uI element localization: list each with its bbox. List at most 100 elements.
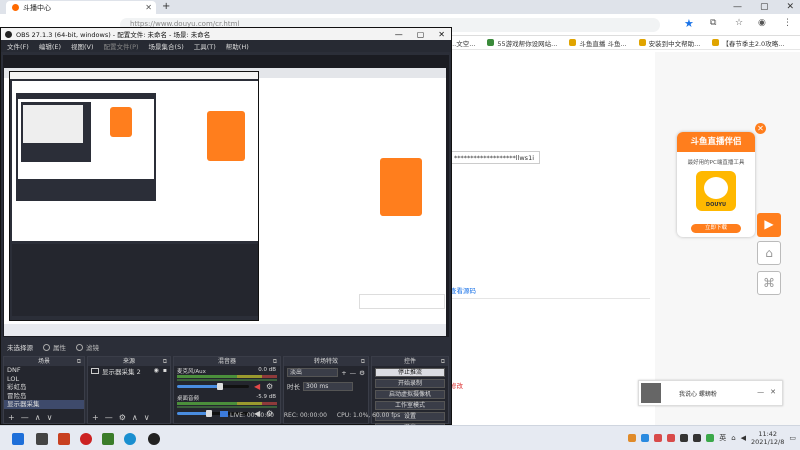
bookmark-item[interactable]: 【春节季主2.0攻略... (712, 38, 784, 48)
lock-icon[interactable]: ▪ (163, 367, 167, 374)
volume-meter-peak (177, 406, 277, 408)
filters-button[interactable]: 滤镜 (76, 342, 99, 352)
transition-select[interactable]: 淡出 (287, 368, 339, 377)
edge-icon[interactable] (124, 433, 136, 445)
studio-mode-button[interactable]: 工作室模式 (375, 401, 445, 410)
bookmark-item[interactable]: ...文空... (450, 38, 475, 48)
maximize-icon[interactable]: ▢ (760, 2, 769, 12)
scene-item[interactable]: DNF (4, 366, 84, 375)
ad-download-button[interactable]: 立即下载 (691, 224, 741, 233)
clock[interactable]: 11:42 2021/12/8 (751, 430, 784, 446)
preview-obs-docks (12, 244, 258, 316)
gamepad-icon[interactable]: ⌘ (757, 271, 781, 295)
obs-preview[interactable] (3, 55, 449, 337)
bookmark-item[interactable]: 55游戏帮你设网站... (487, 38, 557, 48)
menu-edit[interactable]: 编辑(E) (39, 41, 61, 51)
remove-icon[interactable]: — (350, 369, 357, 377)
home-icon[interactable]: ⌂ (757, 241, 781, 265)
gear-icon[interactable]: ⚙ (266, 382, 273, 391)
scene-item-selected[interactable]: 显示器采集 (4, 400, 84, 409)
tray-icon[interactable] (693, 434, 702, 442)
volume-slider-knob[interactable] (217, 383, 224, 390)
chat-popup[interactable]: 我说心 螺蛳粉 — ✕ (638, 380, 783, 406)
tab-close-icon[interactable]: ✕ (145, 3, 152, 12)
douyu-ad-card[interactable]: 斗鱼直播伴侣 最好用的PC端直播工具 DOUYU 立即下载 (677, 132, 755, 237)
gear-icon[interactable]: ⚙ (119, 413, 126, 422)
tray-icon[interactable] (706, 434, 715, 442)
new-tab-button[interactable]: + (162, 1, 170, 12)
move-up-icon[interactable]: ∧ (35, 413, 41, 422)
tray-icon[interactable] (654, 434, 663, 442)
app-icon[interactable] (102, 433, 114, 445)
bookmark-star-icon[interactable]: ★ (684, 17, 694, 30)
play-icon[interactable]: ▶ (757, 213, 781, 237)
bookmark-item[interactable]: 安装到中文帮助... (638, 38, 700, 48)
tray-icon[interactable] (628, 434, 637, 442)
properties-button[interactable]: 属性 (43, 342, 66, 352)
add-icon[interactable]: + (8, 413, 15, 422)
move-down-icon[interactable]: ∨ (47, 413, 53, 422)
ad-close-icon[interactable]: ✕ (755, 123, 766, 134)
more-icon[interactable]: ⋮ (783, 18, 792, 28)
dock-float-icon[interactable]: ⧉ (441, 357, 445, 366)
eye-icon[interactable]: ◉ (154, 367, 159, 374)
dock-float-icon[interactable]: ⧉ (77, 357, 81, 366)
scene-item[interactable]: LOL (4, 375, 84, 384)
volume-icon[interactable]: ◀ (741, 434, 746, 442)
close-icon[interactable]: ✕ (438, 30, 445, 39)
extensions-icon[interactable]: ⧉ (710, 18, 716, 28)
app-icon[interactable] (36, 433, 48, 445)
source-item[interactable]: 显示器采集 2 ◉ ▪ (88, 366, 170, 376)
windows-start-icon[interactable] (12, 433, 24, 445)
bookmark-item[interactable]: 斗鱼直播 斗鱼... (569, 38, 627, 48)
volume-slider-fill (177, 385, 221, 388)
menu-profile[interactable]: 配置文件(P) (104, 41, 139, 51)
app-icon[interactable] (58, 433, 70, 445)
ime-indicator[interactable]: 英 (719, 433, 726, 443)
dock-float-icon[interactable]: ⧉ (361, 357, 365, 366)
stream-key-field[interactable]: *******************llws1i (450, 151, 540, 164)
favorites-icon[interactable]: ☆ (735, 18, 743, 28)
volume-slider-knob[interactable] (206, 410, 213, 417)
scene-item[interactable]: 彩虹岛 (4, 383, 84, 392)
remove-icon[interactable]: — (21, 413, 29, 422)
minimize-icon[interactable]: — (733, 2, 742, 12)
close-icon[interactable]: ✕ (770, 388, 776, 396)
speaker-muted-icon[interactable]: ◀ (254, 382, 260, 391)
close-icon[interactable]: ✕ (786, 2, 794, 12)
move-up-icon[interactable]: ∧ (132, 413, 138, 422)
tab-douyu[interactable]: 斗播中心 ✕ (6, 1, 156, 14)
obs-icon[interactable] (148, 433, 160, 445)
add-icon[interactable]: + (92, 413, 99, 422)
fish-icon (704, 177, 728, 199)
scene-item[interactable]: 冒险岛 (4, 392, 84, 401)
tray-icon[interactable] (641, 434, 650, 442)
menu-tools[interactable]: 工具(T) (194, 41, 216, 51)
profile-icon[interactable]: ◉ (758, 18, 766, 28)
menu-file[interactable]: 文件(F) (7, 41, 29, 51)
network-icon[interactable]: ⌂ (731, 434, 735, 442)
tray-icon[interactable] (667, 434, 676, 442)
menu-view[interactable]: 视图(V) (71, 41, 94, 51)
add-icon[interactable]: + (341, 369, 346, 377)
start-recording-button[interactable]: 开始录制 (375, 379, 445, 388)
virtual-camera-button[interactable]: 启动虚拟摄像机 (375, 390, 445, 399)
remove-icon[interactable]: — (105, 413, 113, 422)
live-icon (220, 411, 228, 417)
gear-icon[interactable]: ⚙ (359, 369, 365, 377)
move-down-icon[interactable]: ∨ (144, 413, 150, 422)
maximize-icon[interactable]: ▢ (417, 30, 425, 39)
notification-icon[interactable]: ▭ (789, 434, 796, 442)
ad-logo-text: DOUYU (705, 202, 727, 208)
dock-float-icon[interactable]: ⧉ (163, 357, 167, 366)
duration-input[interactable]: 300 ms (303, 381, 353, 391)
menu-help[interactable]: 帮助(H) (226, 41, 249, 51)
menu-scene-collection[interactable]: 场景集合(S) (149, 41, 184, 51)
minimize-icon[interactable]: — (757, 388, 764, 396)
minimize-icon[interactable]: — (395, 30, 403, 39)
page-link[interactable]: 查看源码 (450, 285, 476, 295)
dock-float-icon[interactable]: ⧉ (273, 357, 277, 366)
tray-icon[interactable] (680, 434, 689, 442)
app-icon[interactable] (80, 433, 92, 445)
stop-streaming-button[interactable]: 停止推流 (375, 368, 445, 377)
